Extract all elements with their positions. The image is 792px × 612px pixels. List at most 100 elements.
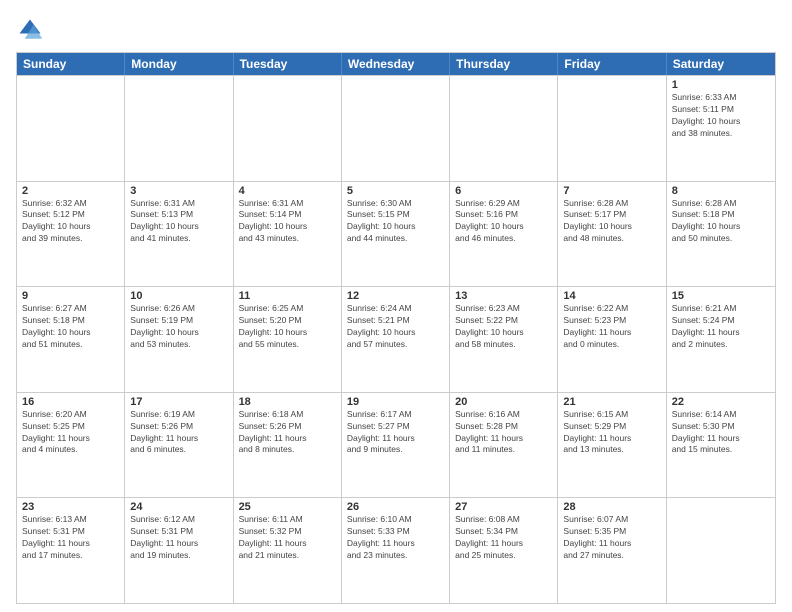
day-number: 4	[239, 185, 336, 197]
day-number: 28	[563, 501, 660, 513]
calendar-cell: 23Sunrise: 6:13 AM Sunset: 5:31 PM Dayli…	[17, 498, 125, 603]
calendar-cell: 2Sunrise: 6:32 AM Sunset: 5:12 PM Daylig…	[17, 182, 125, 287]
day-number: 10	[130, 290, 227, 302]
calendar-cell: 17Sunrise: 6:19 AM Sunset: 5:26 PM Dayli…	[125, 393, 233, 498]
day-info: Sunrise: 6:17 AM Sunset: 5:27 PM Dayligh…	[347, 409, 444, 457]
calendar-cell: 14Sunrise: 6:22 AM Sunset: 5:23 PM Dayli…	[558, 287, 666, 392]
day-info: Sunrise: 6:32 AM Sunset: 5:12 PM Dayligh…	[22, 198, 119, 246]
calendar-header: SundayMondayTuesdayWednesdayThursdayFrid…	[17, 53, 775, 75]
calendar: SundayMondayTuesdayWednesdayThursdayFrid…	[16, 52, 776, 604]
day-info: Sunrise: 6:28 AM Sunset: 5:18 PM Dayligh…	[672, 198, 770, 246]
calendar-cell: 20Sunrise: 6:16 AM Sunset: 5:28 PM Dayli…	[450, 393, 558, 498]
day-number: 19	[347, 396, 444, 408]
calendar-cell: 22Sunrise: 6:14 AM Sunset: 5:30 PM Dayli…	[667, 393, 775, 498]
day-info: Sunrise: 6:16 AM Sunset: 5:28 PM Dayligh…	[455, 409, 552, 457]
day-info: Sunrise: 6:30 AM Sunset: 5:15 PM Dayligh…	[347, 198, 444, 246]
header	[16, 16, 776, 44]
day-info: Sunrise: 6:31 AM Sunset: 5:13 PM Dayligh…	[130, 198, 227, 246]
calendar-cell: 10Sunrise: 6:26 AM Sunset: 5:19 PM Dayli…	[125, 287, 233, 392]
calendar-cell: 13Sunrise: 6:23 AM Sunset: 5:22 PM Dayli…	[450, 287, 558, 392]
calendar-cell: 26Sunrise: 6:10 AM Sunset: 5:33 PM Dayli…	[342, 498, 450, 603]
header-day-tuesday: Tuesday	[234, 53, 342, 75]
calendar-row-1: 2Sunrise: 6:32 AM Sunset: 5:12 PM Daylig…	[17, 181, 775, 287]
logo-icon	[16, 16, 44, 44]
day-number: 15	[672, 290, 770, 302]
day-number: 6	[455, 185, 552, 197]
day-info: Sunrise: 6:33 AM Sunset: 5:11 PM Dayligh…	[672, 92, 770, 140]
day-number: 12	[347, 290, 444, 302]
calendar-cell	[125, 76, 233, 181]
calendar-cell: 15Sunrise: 6:21 AM Sunset: 5:24 PM Dayli…	[667, 287, 775, 392]
calendar-cell: 27Sunrise: 6:08 AM Sunset: 5:34 PM Dayli…	[450, 498, 558, 603]
day-number: 8	[672, 185, 770, 197]
day-info: Sunrise: 6:12 AM Sunset: 5:31 PM Dayligh…	[130, 514, 227, 562]
calendar-cell: 5Sunrise: 6:30 AM Sunset: 5:15 PM Daylig…	[342, 182, 450, 287]
calendar-cell: 6Sunrise: 6:29 AM Sunset: 5:16 PM Daylig…	[450, 182, 558, 287]
day-number: 13	[455, 290, 552, 302]
day-info: Sunrise: 6:20 AM Sunset: 5:25 PM Dayligh…	[22, 409, 119, 457]
header-day-friday: Friday	[558, 53, 666, 75]
day-number: 25	[239, 501, 336, 513]
day-number: 21	[563, 396, 660, 408]
day-info: Sunrise: 6:19 AM Sunset: 5:26 PM Dayligh…	[130, 409, 227, 457]
day-info: Sunrise: 6:28 AM Sunset: 5:17 PM Dayligh…	[563, 198, 660, 246]
day-number: 2	[22, 185, 119, 197]
day-number: 17	[130, 396, 227, 408]
day-info: Sunrise: 6:23 AM Sunset: 5:22 PM Dayligh…	[455, 303, 552, 351]
day-number: 20	[455, 396, 552, 408]
calendar-cell: 11Sunrise: 6:25 AM Sunset: 5:20 PM Dayli…	[234, 287, 342, 392]
calendar-row-4: 23Sunrise: 6:13 AM Sunset: 5:31 PM Dayli…	[17, 497, 775, 603]
day-number: 24	[130, 501, 227, 513]
day-info: Sunrise: 6:26 AM Sunset: 5:19 PM Dayligh…	[130, 303, 227, 351]
calendar-cell: 4Sunrise: 6:31 AM Sunset: 5:14 PM Daylig…	[234, 182, 342, 287]
calendar-cell: 19Sunrise: 6:17 AM Sunset: 5:27 PM Dayli…	[342, 393, 450, 498]
calendar-cell: 16Sunrise: 6:20 AM Sunset: 5:25 PM Dayli…	[17, 393, 125, 498]
calendar-row-2: 9Sunrise: 6:27 AM Sunset: 5:18 PM Daylig…	[17, 286, 775, 392]
day-number: 23	[22, 501, 119, 513]
calendar-row-3: 16Sunrise: 6:20 AM Sunset: 5:25 PM Dayli…	[17, 392, 775, 498]
day-number: 14	[563, 290, 660, 302]
header-day-sunday: Sunday	[17, 53, 125, 75]
day-info: Sunrise: 6:14 AM Sunset: 5:30 PM Dayligh…	[672, 409, 770, 457]
day-number: 27	[455, 501, 552, 513]
day-info: Sunrise: 6:11 AM Sunset: 5:32 PM Dayligh…	[239, 514, 336, 562]
header-day-monday: Monday	[125, 53, 233, 75]
page: SundayMondayTuesdayWednesdayThursdayFrid…	[0, 0, 792, 612]
header-day-thursday: Thursday	[450, 53, 558, 75]
calendar-cell: 3Sunrise: 6:31 AM Sunset: 5:13 PM Daylig…	[125, 182, 233, 287]
calendar-row-0: 1Sunrise: 6:33 AM Sunset: 5:11 PM Daylig…	[17, 75, 775, 181]
calendar-cell	[342, 76, 450, 181]
day-number: 11	[239, 290, 336, 302]
day-info: Sunrise: 6:07 AM Sunset: 5:35 PM Dayligh…	[563, 514, 660, 562]
day-info: Sunrise: 6:25 AM Sunset: 5:20 PM Dayligh…	[239, 303, 336, 351]
day-info: Sunrise: 6:08 AM Sunset: 5:34 PM Dayligh…	[455, 514, 552, 562]
day-number: 5	[347, 185, 444, 197]
day-number: 1	[672, 79, 770, 91]
day-info: Sunrise: 6:13 AM Sunset: 5:31 PM Dayligh…	[22, 514, 119, 562]
calendar-cell	[17, 76, 125, 181]
day-info: Sunrise: 6:18 AM Sunset: 5:26 PM Dayligh…	[239, 409, 336, 457]
day-number: 9	[22, 290, 119, 302]
header-day-saturday: Saturday	[667, 53, 775, 75]
day-info: Sunrise: 6:21 AM Sunset: 5:24 PM Dayligh…	[672, 303, 770, 351]
day-number: 22	[672, 396, 770, 408]
calendar-cell	[558, 76, 666, 181]
calendar-cell: 25Sunrise: 6:11 AM Sunset: 5:32 PM Dayli…	[234, 498, 342, 603]
day-info: Sunrise: 6:29 AM Sunset: 5:16 PM Dayligh…	[455, 198, 552, 246]
calendar-cell: 1Sunrise: 6:33 AM Sunset: 5:11 PM Daylig…	[667, 76, 775, 181]
calendar-cell: 7Sunrise: 6:28 AM Sunset: 5:17 PM Daylig…	[558, 182, 666, 287]
day-number: 3	[130, 185, 227, 197]
day-number: 16	[22, 396, 119, 408]
day-info: Sunrise: 6:15 AM Sunset: 5:29 PM Dayligh…	[563, 409, 660, 457]
calendar-cell	[450, 76, 558, 181]
calendar-cell: 21Sunrise: 6:15 AM Sunset: 5:29 PM Dayli…	[558, 393, 666, 498]
day-number: 7	[563, 185, 660, 197]
calendar-cell: 9Sunrise: 6:27 AM Sunset: 5:18 PM Daylig…	[17, 287, 125, 392]
day-number: 18	[239, 396, 336, 408]
calendar-cell	[234, 76, 342, 181]
day-info: Sunrise: 6:27 AM Sunset: 5:18 PM Dayligh…	[22, 303, 119, 351]
day-info: Sunrise: 6:24 AM Sunset: 5:21 PM Dayligh…	[347, 303, 444, 351]
day-number: 26	[347, 501, 444, 513]
calendar-cell: 28Sunrise: 6:07 AM Sunset: 5:35 PM Dayli…	[558, 498, 666, 603]
calendar-cell: 24Sunrise: 6:12 AM Sunset: 5:31 PM Dayli…	[125, 498, 233, 603]
